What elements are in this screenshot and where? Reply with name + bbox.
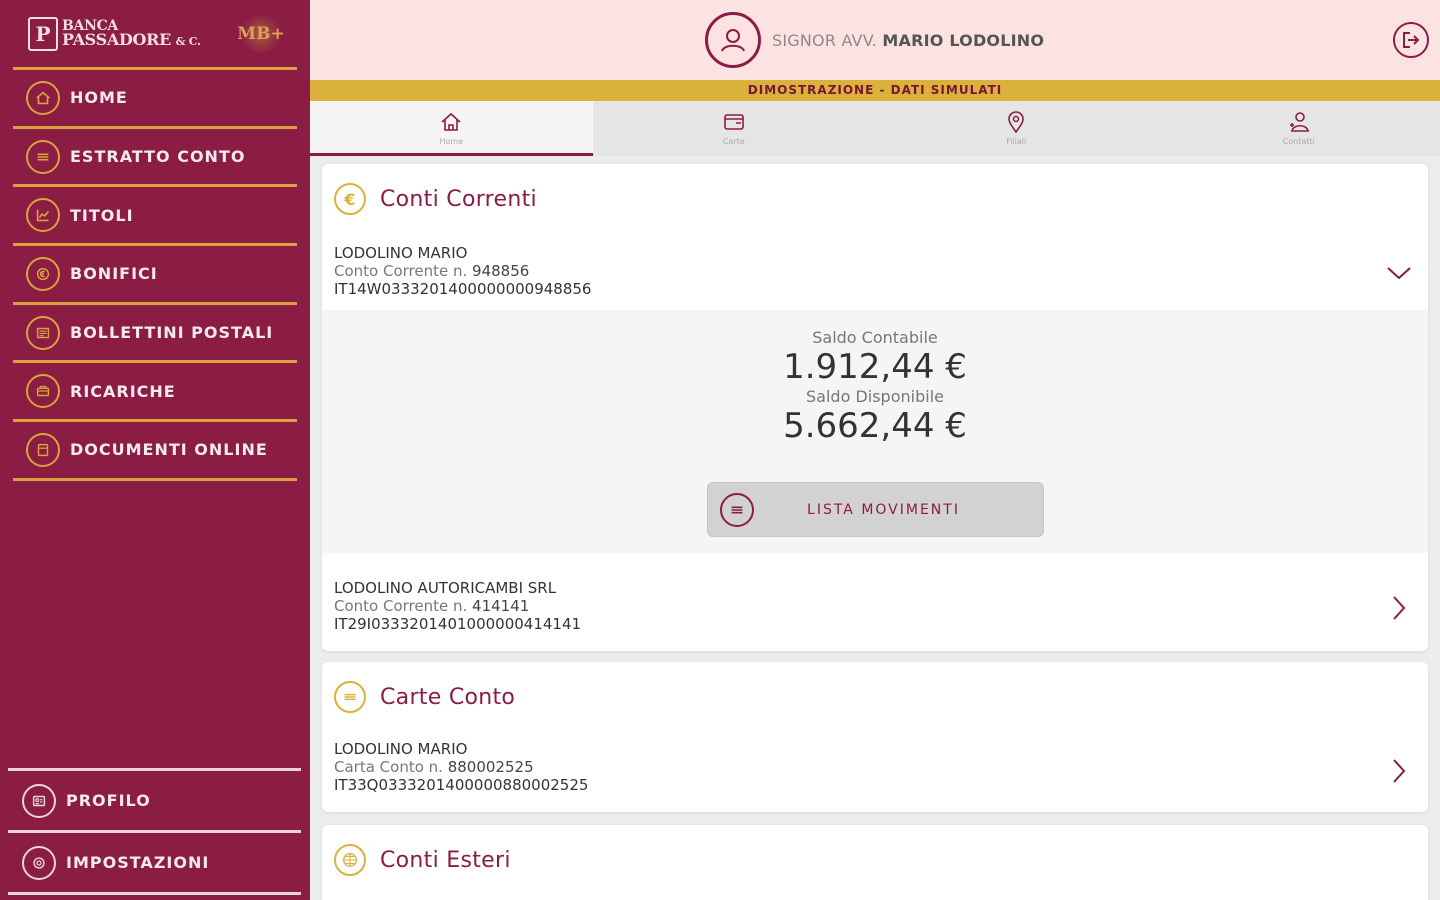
bank-name-line2: PASSADORE bbox=[62, 30, 172, 49]
list-icon bbox=[720, 492, 754, 527]
euro-transfer-icon bbox=[26, 256, 60, 291]
account-type-label: Conto Corrente n. bbox=[334, 597, 468, 615]
sidebar-item-label: HOME bbox=[70, 88, 128, 108]
sidebar-item-bollettini-postali[interactable]: BOLLETTINI POSTALI bbox=[13, 305, 297, 364]
conti-esteri-card: Conti Esteri bbox=[322, 825, 1428, 900]
bank-name: BANCA PASSADORE & C. bbox=[62, 19, 201, 49]
document-icon bbox=[26, 432, 60, 467]
saldo-disponibile-value: 5.662,44 € bbox=[783, 406, 967, 446]
card-icon bbox=[723, 113, 744, 130]
saldo-contabile-value: 1.912,44 € bbox=[783, 347, 967, 387]
globe-icon bbox=[334, 844, 366, 876]
user-name: SIGNOR AVV. MARIO LODOLINO bbox=[772, 31, 1044, 50]
sidebar-item-estratto-conto[interactable]: ESTRATTO CONTO bbox=[13, 129, 297, 188]
sidebar: P BANCA PASSADORE & C. MB+ HOME ESTRATTO… bbox=[0, 0, 310, 900]
account-holder: LODOLINO AUTORICAMBI SRL bbox=[334, 579, 557, 597]
sidebar-bottom-menu: PROFILO IMPOSTAZIONI bbox=[8, 768, 301, 895]
sidebar-item-impostazioni[interactable]: IMPOSTAZIONI bbox=[8, 833, 301, 895]
sidebar-item-label: RICARICHE bbox=[70, 381, 176, 401]
chart-icon bbox=[26, 198, 60, 233]
account-iban: IT29I0333201401000000414141 bbox=[334, 615, 582, 633]
chevron-down-icon[interactable] bbox=[1386, 260, 1412, 286]
card-title: Conti Correnti bbox=[380, 186, 537, 212]
account-iban: IT14W0333201400000000948856 bbox=[334, 280, 592, 298]
recharge-icon bbox=[26, 374, 60, 409]
tab-label: Carte bbox=[722, 136, 745, 146]
card-header: Carte Conto bbox=[322, 662, 1428, 732]
user-avatar-icon[interactable] bbox=[705, 12, 761, 68]
tab-label: Filiali bbox=[1006, 136, 1027, 146]
sidebar-item-ricariche[interactable]: RICARICHE bbox=[13, 363, 297, 423]
sidebar-item-label: TITOLI bbox=[70, 205, 134, 225]
chevron-right-icon[interactable] bbox=[1386, 758, 1412, 784]
tab-carte[interactable]: Carte bbox=[593, 101, 876, 156]
euro-icon: € bbox=[334, 183, 366, 215]
tab-label: Home bbox=[439, 136, 464, 146]
brand-logo: P BANCA PASSADORE & C. MB+ bbox=[28, 12, 288, 56]
lista-movimenti-button[interactable]: LISTA MOVIMENTI bbox=[707, 482, 1044, 537]
sidebar-item-bonifici[interactable]: BONIFICI bbox=[13, 246, 297, 305]
carte-conto-card: Carte Conto LODOLINO MARIO Carta Conto n… bbox=[322, 662, 1428, 812]
account-type-label: Conto Corrente n. bbox=[334, 262, 468, 280]
tab-label: Contatti bbox=[1282, 136, 1315, 146]
sidebar-item-label: IMPOSTAZIONI bbox=[66, 853, 210, 872]
tab-filiali[interactable]: Filiali bbox=[875, 101, 1158, 156]
logout-button[interactable] bbox=[1393, 22, 1429, 58]
account-holder: LODOLINO MARIO bbox=[334, 740, 468, 758]
account-balance-panel: Saldo Contabile 1.912,44 € Saldo Disponi… bbox=[322, 310, 1428, 553]
card-header: € Conti Correnti bbox=[322, 164, 1428, 234]
profile-icon bbox=[22, 783, 56, 818]
sidebar-item-home[interactable]: HOME bbox=[13, 70, 297, 129]
map-pin-icon bbox=[1008, 110, 1025, 133]
account-number-value: 948856 bbox=[472, 262, 530, 280]
saldo-contabile-label: Saldo Contabile bbox=[812, 328, 938, 347]
list-icon bbox=[26, 139, 60, 174]
home-icon bbox=[441, 112, 461, 131]
sidebar-item-titoli[interactable]: TITOLI bbox=[13, 187, 297, 247]
saldo-disponibile-label: Saldo Disponibile bbox=[806, 387, 944, 406]
account-number: Conto Corrente n. 414141 bbox=[334, 597, 1428, 615]
logout-icon bbox=[1403, 32, 1420, 48]
card-title: Conti Esteri bbox=[380, 847, 511, 873]
chevron-right-icon[interactable] bbox=[1386, 595, 1412, 621]
account-number-value: 414141 bbox=[472, 597, 530, 615]
sidebar-item-label: PROFILO bbox=[66, 791, 151, 810]
account-type-label: Carta Conto n. bbox=[334, 758, 443, 776]
card-header: Conti Esteri bbox=[322, 825, 1428, 895]
card-title: Carte Conto bbox=[380, 684, 516, 710]
sidebar-menu: HOME ESTRATTO CONTO TITOLI BONIFICI BOLL… bbox=[13, 70, 297, 481]
bank-name-suffix: & C. bbox=[175, 35, 201, 48]
mb-plus-badge: MB+ bbox=[237, 15, 285, 53]
account-row[interactable]: LODOLINO AUTORICAMBI SRL Conto Corrente … bbox=[322, 553, 1428, 651]
demo-banner: DIMOSTRAZIONE - DATI SIMULATI bbox=[310, 80, 1440, 101]
account-holder: LODOLINO MARIO bbox=[334, 244, 468, 262]
bulletin-icon bbox=[26, 315, 60, 350]
tab-bar: Home Carte Filiali Contatti bbox=[310, 101, 1440, 156]
sidebar-item-label: BOLLETTINI POSTALI bbox=[70, 323, 274, 343]
account-row[interactable]: LODOLINO MARIO Carta Conto n. 880002525 … bbox=[322, 732, 1428, 812]
bank-emblem-icon: P bbox=[28, 17, 58, 51]
account-number-value: 880002525 bbox=[447, 758, 534, 776]
card-icon bbox=[334, 681, 366, 713]
account-row[interactable]: LODOLINO MARIO Conto Corrente n. 948856 … bbox=[322, 234, 1428, 310]
user-full-name: MARIO LODOLINO bbox=[882, 31, 1045, 50]
user-title: SIGNOR AVV. bbox=[772, 31, 878, 50]
settings-icon bbox=[22, 845, 56, 880]
sidebar-item-label: DOCUMENTI ONLINE bbox=[70, 440, 268, 460]
sidebar-item-documenti-online[interactable]: DOCUMENTI ONLINE bbox=[13, 422, 297, 481]
account-number: Carta Conto n. 880002525 bbox=[334, 758, 1428, 776]
lista-movimenti-label: LISTA MOVIMENTI bbox=[807, 501, 960, 518]
conti-correnti-card: € Conti Correnti LODOLINO MARIO Conto Co… bbox=[322, 164, 1428, 651]
contacts-icon bbox=[1289, 111, 1309, 132]
home-icon bbox=[26, 80, 60, 115]
account-number: Conto Corrente n. 948856 bbox=[334, 262, 1428, 280]
account-iban: IT33Q0333201400000880002525 bbox=[334, 776, 589, 794]
top-header: SIGNOR AVV. MARIO LODOLINO bbox=[310, 0, 1440, 80]
sidebar-item-label: ESTRATTO CONTO bbox=[70, 147, 246, 167]
sidebar-item-label: BONIFICI bbox=[70, 264, 158, 284]
tab-home[interactable]: Home bbox=[310, 101, 593, 156]
sidebar-item-profilo[interactable]: PROFILO bbox=[8, 771, 301, 833]
tab-contatti[interactable]: Contatti bbox=[1158, 101, 1440, 156]
